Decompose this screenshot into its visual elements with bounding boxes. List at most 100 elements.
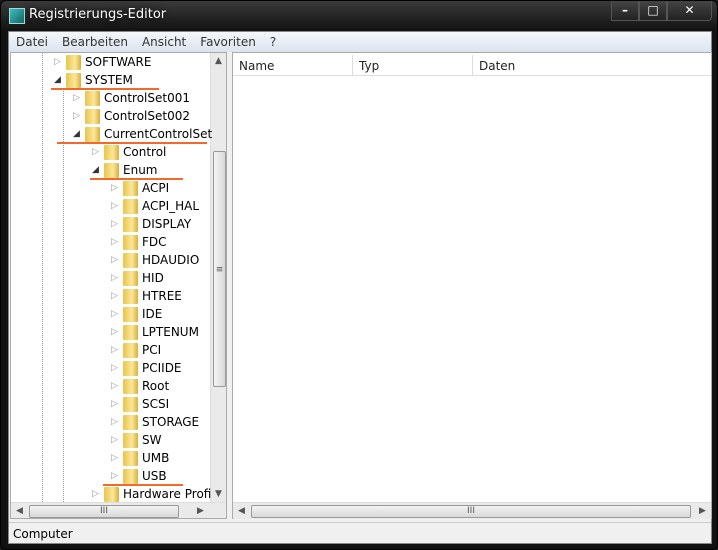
tree-line [63, 89, 64, 502]
collapse-icon[interactable]: ◢ [54, 75, 64, 85]
tree-node-label: LPTENUM [142, 325, 199, 339]
status-bar: Computer [9, 522, 711, 544]
tree-node-label: DISPLAY [142, 217, 192, 231]
tree-node-label: SYSTEM [85, 73, 133, 87]
folder-icon [123, 469, 138, 484]
folder-icon [123, 253, 138, 268]
expand-icon[interactable]: ▷ [111, 255, 121, 265]
expand-icon[interactable]: ▷ [111, 363, 121, 373]
tree-node-label: SW [142, 433, 162, 447]
tree-hscroll-thumb[interactable]: III [29, 505, 179, 518]
folder-icon [123, 361, 138, 376]
expand-icon[interactable]: ▷ [111, 201, 121, 211]
minimize-button[interactable]: – [611, 1, 639, 21]
folder-icon [66, 73, 81, 88]
folder-icon [104, 163, 119, 178]
registry-editor-window: Registrierungs-Editor – □ ✕ Datei Bearbe… [0, 0, 718, 550]
highlight-underline [90, 178, 183, 180]
folder-icon [123, 325, 138, 340]
maximize-button[interactable]: □ [639, 1, 667, 21]
folder-icon [123, 379, 138, 394]
tree-node-label: ACPI [142, 181, 170, 195]
expand-icon[interactable]: ▷ [111, 309, 121, 319]
tree-node-label: Enum [123, 163, 158, 177]
folder-icon [85, 109, 100, 124]
tree-scroll-thumb[interactable]: ≡ [213, 151, 226, 387]
expand-icon[interactable]: ▷ [111, 381, 121, 391]
expand-icon[interactable]: ▷ [111, 219, 121, 229]
folder-icon [104, 145, 119, 160]
registry-tree[interactable]: ▲ ≡ ▼ ◀ III ▶ ▷ SOFTWARE ◢ SYSTEM ▷ Contro… [10, 52, 227, 519]
collapse-icon[interactable]: ◢ [92, 165, 102, 175]
menu-favoriten[interactable]: Favoriten [193, 32, 263, 52]
scroll-up-icon[interactable]: ▲ [215, 56, 222, 66]
tree-node-label: PCIIDE [142, 361, 182, 375]
highlight-underline [51, 88, 159, 90]
tree-node-label: UMB [142, 451, 170, 465]
folder-icon [123, 415, 138, 430]
folder-icon [66, 55, 81, 70]
tree-node-label: HID [142, 271, 164, 285]
scroll-down-icon[interactable]: ▼ [215, 489, 222, 499]
folder-icon [123, 181, 138, 196]
expand-icon[interactable]: ▷ [54, 57, 64, 67]
tree-node-label: HDAUDIO [142, 253, 200, 267]
expand-icon[interactable]: ▷ [92, 147, 102, 157]
expand-icon[interactable]: ▷ [111, 399, 121, 409]
folder-icon [123, 199, 138, 214]
expand-icon[interactable]: ▷ [111, 291, 121, 301]
expand-icon[interactable]: ▷ [92, 489, 102, 499]
close-button[interactable]: ✕ [667, 1, 712, 21]
expand-icon[interactable]: ▷ [111, 471, 121, 481]
expand-icon[interactable]: ▷ [111, 273, 121, 283]
folder-icon [123, 307, 138, 322]
folder-icon [123, 235, 138, 250]
expand-icon[interactable]: ▷ [111, 237, 121, 247]
tree-node-label: PCI [142, 343, 162, 357]
expand-icon[interactable]: ▷ [111, 417, 121, 427]
tree-node-label: Hardware Profi [123, 487, 212, 501]
folder-icon [123, 217, 138, 232]
scroll-right-icon[interactable]: ▶ [699, 506, 706, 516]
folder-icon [123, 271, 138, 286]
expand-icon[interactable]: ▷ [111, 453, 121, 463]
column-name[interactable]: Name [233, 55, 353, 75]
tree-node-label: FDC [142, 235, 167, 249]
folder-icon [104, 487, 119, 502]
tree-line [42, 53, 43, 502]
scroll-left-icon[interactable]: ◀ [16, 506, 23, 516]
scroll-left-icon[interactable]: ◀ [238, 506, 245, 516]
tree-horizontal-scrollbar[interactable]: ◀ III ▶ [11, 502, 226, 518]
tree-node-label: SOFTWARE [85, 55, 152, 69]
folder-icon [85, 127, 100, 142]
list-header: Name Typ Daten [233, 55, 711, 76]
collapse-icon[interactable]: ◢ [73, 129, 83, 139]
registry-app-icon [9, 8, 25, 24]
folder-icon [85, 91, 100, 106]
menu-datei[interactable]: Datei [9, 32, 55, 52]
list-horizontal-scrollbar[interactable]: ◀ III ▶ [233, 502, 711, 519]
highlight-underline [57, 142, 207, 144]
list-hscroll-thumb[interactable]: III [251, 505, 691, 518]
expand-icon[interactable]: ▷ [73, 111, 83, 121]
window-title: Registrierungs-Editor [29, 7, 167, 22]
expand-icon[interactable]: ▷ [111, 435, 121, 445]
tree-node-label: IDE [142, 307, 163, 321]
expand-icon[interactable]: ▷ [111, 183, 121, 193]
column-daten[interactable]: Daten [473, 55, 711, 75]
menu-bearbeiten[interactable]: Bearbeiten [55, 32, 135, 52]
expand-icon[interactable]: ▷ [111, 327, 121, 337]
menu-ansicht[interactable]: Ansicht [135, 32, 193, 52]
column-typ[interactable]: Typ [353, 55, 473, 75]
tree-node-label: HTREE [142, 289, 182, 303]
tree-node-label: ControlSet001 [104, 91, 190, 105]
tree-node-label: STORAGE [142, 415, 200, 429]
values-list[interactable]: Name Typ Daten ◀ III ▶ [232, 52, 712, 519]
expand-icon[interactable]: ▷ [73, 93, 83, 103]
menu-help[interactable]: ? [263, 32, 283, 52]
expand-icon[interactable]: ▷ [111, 345, 121, 355]
scroll-right-icon[interactable]: ▶ [197, 506, 204, 516]
tree-node-label: ControlSet002 [104, 109, 190, 123]
tree-vertical-scrollbar[interactable]: ▲ ≡ ▼ [210, 53, 226, 502]
folder-icon [123, 397, 138, 412]
